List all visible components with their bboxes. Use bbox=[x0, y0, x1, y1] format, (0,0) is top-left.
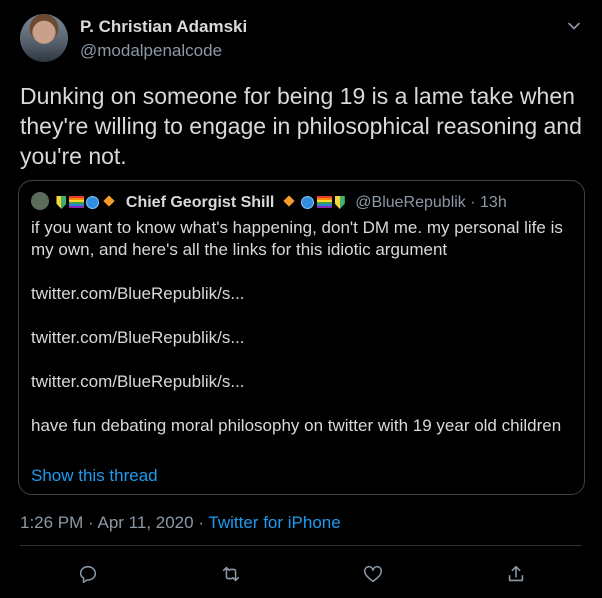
emoji-rainbow-flag-icon bbox=[69, 196, 85, 208]
quote-time: 13h bbox=[480, 194, 507, 211]
action-bar bbox=[0, 560, 602, 588]
quote-paragraph: if you want to know what's happening, do… bbox=[31, 218, 563, 259]
author-block[interactable]: P. Christian Adamski @modalpenalcode bbox=[80, 16, 247, 62]
tweet-date[interactable]: Apr 11, 2020 bbox=[98, 513, 194, 532]
quote-author-name[interactable]: Chief Georgist Shill bbox=[126, 194, 274, 211]
quote-paragraph: have fun debating moral philosophy on tw… bbox=[31, 416, 562, 435]
tweet-meta: 1:26 PM · Apr 11, 2020 · Twitter for iPh… bbox=[20, 513, 341, 533]
meta-separator: · bbox=[88, 513, 98, 532]
chevron-down-icon[interactable] bbox=[564, 16, 584, 36]
emoji-diamond-icon bbox=[283, 195, 295, 207]
meta-separator: · bbox=[198, 513, 209, 532]
emoji-diamond-icon bbox=[103, 195, 116, 207]
show-thread-link[interactable]: Show this thread bbox=[31, 466, 158, 486]
emoji-globe-icon bbox=[300, 196, 314, 209]
author-name[interactable]: P. Christian Adamski bbox=[80, 16, 247, 38]
avatar[interactable] bbox=[20, 14, 68, 62]
reply-icon[interactable] bbox=[77, 563, 99, 585]
emoji-shield-icon bbox=[56, 196, 67, 209]
quote-author-handle[interactable]: @BlueRepublik · 13h bbox=[355, 194, 506, 211]
quote-link[interactable]: twitter.com/BlueRepublik/s... bbox=[31, 371, 571, 393]
tweet-text: Dunking on someone for being 19 is a lam… bbox=[20, 83, 582, 169]
tweet: P. Christian Adamski @modalpenalcode Dun… bbox=[0, 0, 602, 598]
like-icon[interactable] bbox=[362, 563, 384, 585]
emoji-globe-icon bbox=[86, 196, 100, 209]
divider bbox=[20, 545, 582, 546]
quote-avatar[interactable] bbox=[31, 192, 49, 210]
quote-link[interactable]: twitter.com/BlueRepublik/s... bbox=[31, 283, 571, 305]
tweet-source[interactable]: Twitter for iPhone bbox=[208, 513, 340, 532]
emoji-shield-icon bbox=[334, 196, 345, 209]
quoted-tweet[interactable]: Chief Georgist Shill @BlueRepublik · 13h… bbox=[18, 180, 585, 495]
author-handle[interactable]: @modalpenalcode bbox=[80, 40, 247, 62]
quote-header: Chief Georgist Shill @BlueRepublik · 13h bbox=[31, 192, 507, 212]
retweet-icon[interactable] bbox=[220, 563, 242, 585]
quote-text: if you want to know what's happening, do… bbox=[31, 217, 571, 437]
quote-link[interactable]: twitter.com/BlueRepublik/s... bbox=[31, 327, 571, 349]
emoji-rainbow-flag-icon bbox=[316, 196, 332, 208]
share-icon[interactable] bbox=[505, 563, 527, 585]
tweet-time[interactable]: 1:26 PM bbox=[20, 513, 83, 532]
